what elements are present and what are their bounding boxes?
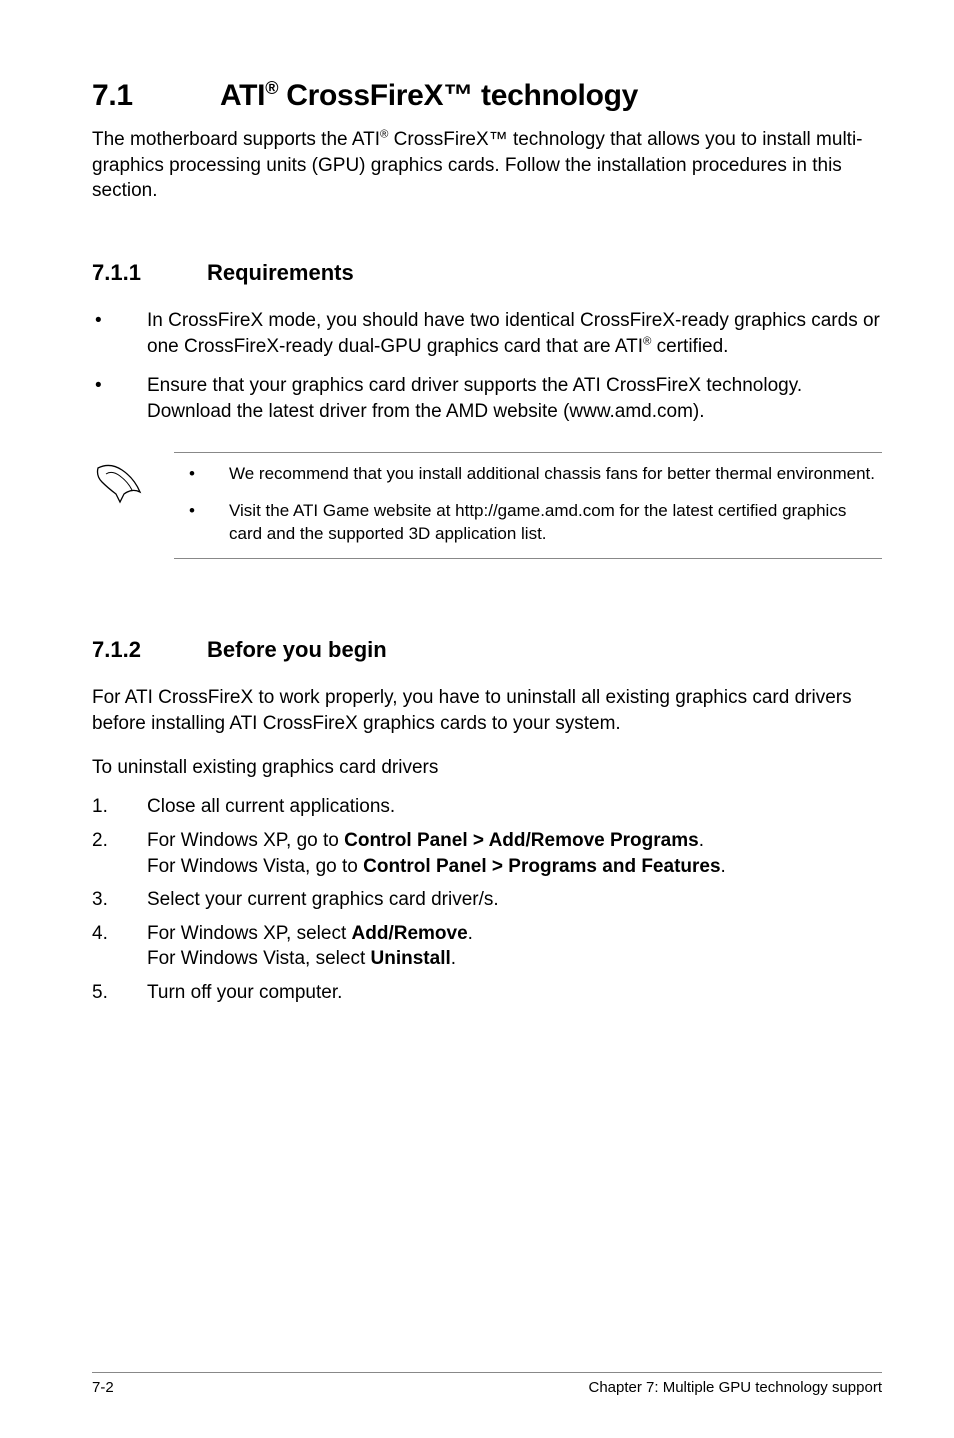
footer-right: Chapter 7: Multiple GPU technology suppo… <box>589 1379 883 1396</box>
step-bold: Control Panel > Programs and Features <box>363 856 720 877</box>
step-bold: Control Panel > Add/Remove Programs <box>344 830 699 851</box>
begin-subtext: To uninstall existing graphics card driv… <box>92 755 882 781</box>
intro-pre: The motherboard supports the ATI <box>92 129 380 150</box>
note-list: We recommend that you install additional… <box>174 463 882 546</box>
heading-post: CrossFireX™ technology <box>278 79 638 112</box>
req-pre: In CrossFireX mode, you should have two … <box>147 310 880 357</box>
list-item: Ensure that your graphics card driver su… <box>92 373 882 424</box>
section-heading: 7.1ATI® CrossFireX™ technology <box>92 78 882 113</box>
step-post: . <box>699 830 704 851</box>
subsection-712-heading: 7.1.2Before you begin <box>92 637 882 663</box>
footer-left: 7-2 <box>92 1379 114 1396</box>
section-number: 7.1 <box>92 79 220 113</box>
heading-reg: ® <box>265 78 278 98</box>
subsection-712-title: Before you begin <box>207 637 387 662</box>
step-bold: Uninstall <box>371 948 451 969</box>
list-item: Turn off your computer. <box>92 980 882 1006</box>
list-item: Select your current graphics card driver… <box>92 887 882 913</box>
note-icon <box>92 460 146 504</box>
step-pre: For Windows Vista, select <box>147 948 371 969</box>
list-item: Close all current applications. <box>92 794 882 820</box>
heading-pre: ATI <box>220 79 265 112</box>
list-item: For Windows XP, select Add/Remove. For W… <box>92 921 882 972</box>
list-item: For Windows XP, go to Control Panel > Ad… <box>92 828 882 879</box>
req-pre: Ensure that your graphics card driver su… <box>147 375 802 422</box>
step-pre: For Windows XP, select <box>147 923 352 944</box>
subsection-711-num: 7.1.1 <box>92 260 207 286</box>
intro-paragraph: The motherboard supports the ATI® CrossF… <box>92 127 882 204</box>
step-post: . <box>721 856 726 877</box>
page-footer: 7-2 Chapter 7: Multiple GPU technology s… <box>92 1372 882 1396</box>
step-post: . <box>468 923 473 944</box>
requirements-list: In CrossFireX mode, you should have two … <box>92 308 882 425</box>
subsection-712-num: 7.1.2 <box>92 637 207 663</box>
note-box: We recommend that you install additional… <box>92 452 882 559</box>
subsection-711-title: Requirements <box>207 260 354 285</box>
note-content: We recommend that you install additional… <box>174 452 882 559</box>
req-post: certified. <box>651 336 728 357</box>
subsection-711-heading: 7.1.1Requirements <box>92 260 882 286</box>
step-pre: For Windows Vista, go to <box>147 856 363 877</box>
list-item: We recommend that you install additional… <box>174 463 882 486</box>
step-post: . <box>451 948 456 969</box>
step-bold: Add/Remove <box>352 923 468 944</box>
steps-list: Close all current applications. For Wind… <box>92 794 882 1005</box>
list-item: In CrossFireX mode, you should have two … <box>92 308 882 359</box>
list-item: Visit the ATI Game website at http://gam… <box>174 500 882 546</box>
step-pre: For Windows XP, go to <box>147 830 344 851</box>
begin-paragraph: For ATI CrossFireX to work properly, you… <box>92 685 882 736</box>
